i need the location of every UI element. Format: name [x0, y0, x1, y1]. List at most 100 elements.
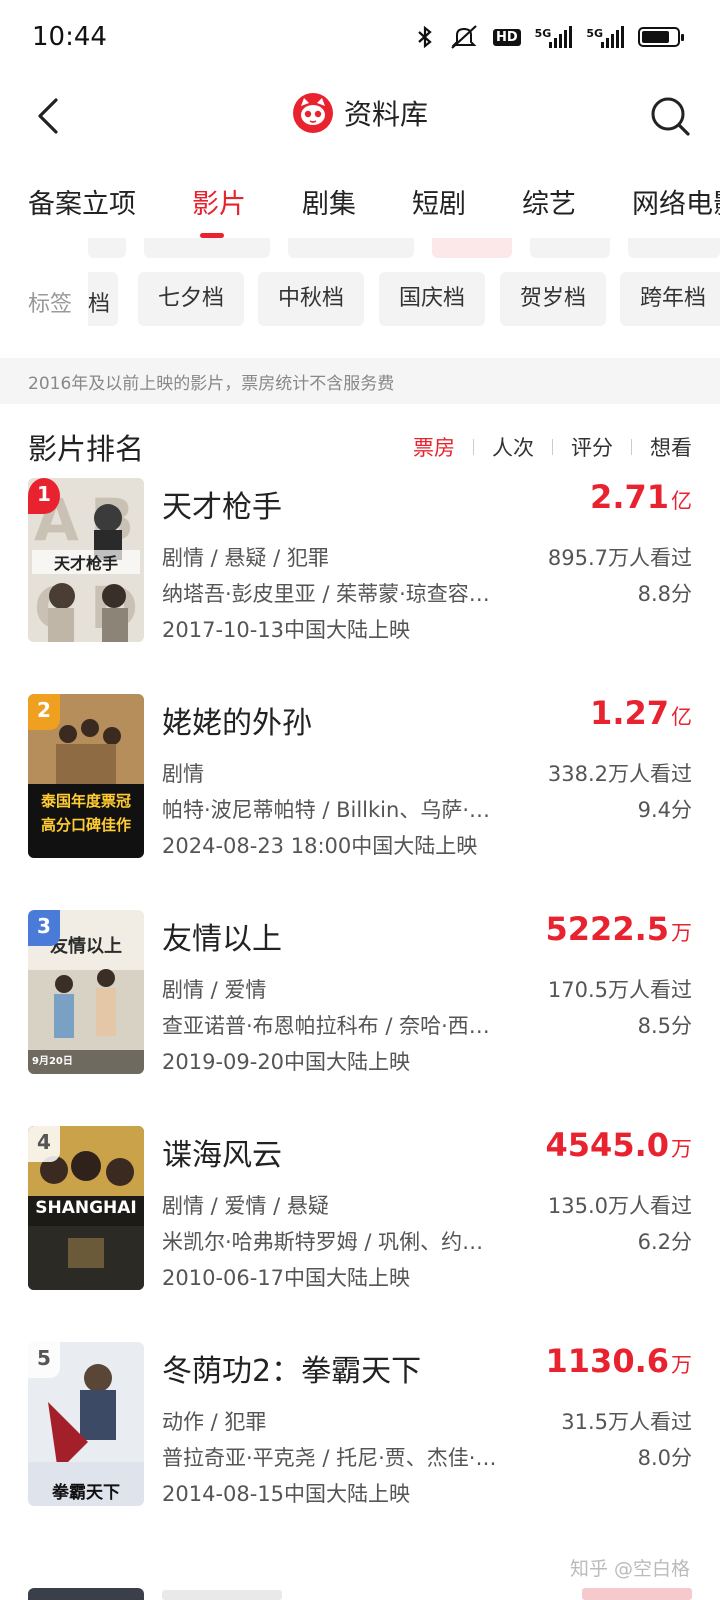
network-type-b: 5G: [586, 27, 603, 40]
nav-bar: 资料库: [0, 80, 720, 152]
poster-date: 9月20日: [32, 1056, 73, 1067]
rank-badge: 1: [28, 478, 60, 514]
search-icon[interactable]: [648, 94, 692, 138]
tag-chip-new-year[interactable]: 贺岁档: [500, 272, 607, 326]
movie-row[interactable]: 友情以上 9月20日 3 友情以上 5222.5万 剧情 / 爱情 170.5万…: [0, 910, 720, 1074]
movie-viewers: 895.7万人看过: [547, 546, 692, 570]
next-row-peek: [0, 1588, 720, 1600]
status-time: 10:44: [32, 22, 107, 52]
poster-title: 拳霸天下: [52, 1483, 120, 1503]
movie-row[interactable]: 拳霸天下 5 冬荫功2：拳霸天下 1130.6万 动作 / 犯罪 31.5万人看…: [0, 1342, 720, 1506]
tab-short-drama[interactable]: 短剧: [384, 172, 466, 238]
rank-badge: 2: [28, 694, 60, 730]
movie-row[interactable]: SHANGHAI 4 谍海风云 4545.0万 剧情 / 爱情 / 悬疑 135…: [0, 1126, 720, 1290]
movie-score: 6.2分: [637, 1230, 692, 1254]
divider: [552, 439, 553, 455]
movie-genre: 动作 / 犯罪: [162, 1410, 267, 1434]
sort-want-to-see[interactable]: 想看: [650, 432, 692, 462]
tab-filing[interactable]: 备案立项: [0, 172, 136, 238]
box-office: 5222.5万: [546, 910, 692, 948]
movie-viewers: 170.5万人看过: [547, 978, 692, 1002]
rank-badge: 5: [28, 1342, 60, 1378]
movie-release: 2014-08-15中国大陆上映: [162, 1482, 411, 1506]
status-icons: HD 5G 5G: [415, 24, 684, 50]
hd-icon: HD: [492, 28, 521, 46]
movie-score: 8.5分: [637, 1014, 692, 1038]
movie-score: 8.8分: [637, 582, 692, 606]
tag-chip-qixi[interactable]: 七夕档: [138, 272, 245, 326]
tab-variety[interactable]: 综艺: [494, 172, 576, 238]
box-office: 1130.6万: [546, 1342, 692, 1380]
tab-films[interactable]: 影片: [164, 172, 246, 238]
box-office-value: 1130.6: [545, 1342, 669, 1380]
movie-poster[interactable]: 拳霸天下 5: [28, 1342, 144, 1506]
box-office-unit: 万: [671, 1353, 692, 1377]
movie-row[interactable]: 泰国年度票冠 高分口碑佳作 2 姥姥的外孙 1.27亿 剧情 338.2万人看过…: [0, 694, 720, 858]
box-office-unit: 万: [671, 921, 692, 945]
tag-filter-row: 标签 档 七夕档 中秋档 国庆档 贺岁档 跨年档: [0, 272, 720, 330]
movie-viewers: 338.2万人看过: [547, 762, 692, 786]
movie-viewers: 135.0万人看过: [547, 1194, 692, 1218]
movie-score: 9.4分: [637, 798, 692, 822]
status-bar: 10:44 HD 5G 5G: [0, 0, 720, 80]
signal-icon: [549, 26, 573, 48]
box-office-value: 5222.5: [545, 910, 669, 948]
category-tabs: 备案立项 影片 剧集 短剧 综艺 网络电影: [0, 172, 720, 238]
movie-poster[interactable]: SHANGHAI 4: [28, 1126, 144, 1290]
box-office: 1.27亿: [590, 694, 692, 732]
tab-web-movie[interactable]: 网络电影: [604, 172, 720, 238]
poster-tagline-b: 高分口碑佳作: [40, 816, 131, 834]
sort-options: 票房 人次 评分 想看: [413, 432, 692, 462]
box-office-value: 4545.0: [545, 1126, 669, 1164]
section-title: 影片排名: [28, 432, 145, 466]
movie-title: 友情以上: [162, 922, 282, 957]
box-office-unit: 万: [671, 1137, 692, 1161]
box-office: 4545.0万: [546, 1126, 692, 1164]
faded-filter-row: [0, 238, 720, 260]
movie-viewers: 31.5万人看过: [561, 1410, 692, 1434]
mute-icon: [451, 25, 477, 49]
nav-title-group: 资料库: [0, 92, 720, 134]
box-office-value: 1.27: [590, 694, 669, 732]
movie-genre: 剧情 / 爱情 / 悬疑: [162, 1194, 329, 1218]
box-office-value: 2.71: [590, 478, 669, 516]
movie-release: 2017-10-13中国大陆上映: [162, 618, 411, 642]
tag-chip-national-day[interactable]: 国庆档: [379, 272, 486, 326]
poster-title: 天才枪手: [32, 550, 140, 574]
tag-chip-partial-label: 档: [88, 292, 111, 317]
movie-poster[interactable]: 友情以上 9月20日 3: [28, 910, 144, 1074]
battery-icon: [638, 27, 684, 47]
maoyan-logo-icon: [292, 93, 333, 133]
tag-chip-year-end[interactable]: 跨年档: [620, 272, 720, 326]
ranking-header: 影片排名 票房 人次 评分 想看: [0, 420, 720, 476]
tag-filter-label: 标签: [28, 292, 73, 317]
movie-cast: 米凯尔·哈弗斯特罗姆 / 巩俐、约…: [162, 1230, 484, 1254]
tag-chip-partial[interactable]: 档: [88, 272, 118, 326]
sort-box-office[interactable]: 票房: [413, 432, 455, 462]
movie-cast: 普拉奇亚·平克尧 / 托尼·贾、杰佳·…: [162, 1446, 497, 1470]
rank-badge: 4: [28, 1126, 60, 1162]
movie-genre: 剧情 / 悬疑 / 犯罪: [162, 546, 329, 570]
sort-rating[interactable]: 评分: [571, 432, 613, 462]
movie-title: 冬荫功2：拳霸天下: [162, 1354, 422, 1389]
tab-series[interactable]: 剧集: [274, 172, 356, 238]
bluetooth-icon: [418, 25, 432, 49]
movie-title: 姥姥的外孙: [162, 706, 312, 741]
network-type-a: 5G: [534, 27, 552, 40]
movie-title: 天才枪手: [162, 490, 282, 525]
movie-row[interactable]: A B C D 天才枪手 1 天才枪手 2.71亿 剧情 / 悬疑 / 犯罪 8…: [0, 478, 720, 642]
movie-release: 2010-06-17中国大陆上映: [162, 1266, 411, 1290]
movie-cast: 帕特·波尼蒂帕特 / Billkin、乌萨·…: [162, 798, 490, 822]
box-office: 2.71亿: [590, 478, 692, 516]
movie-poster[interactable]: A B C D 天才枪手 1: [28, 478, 144, 642]
tag-chip-mid-autumn[interactable]: 中秋档: [258, 272, 365, 326]
movie-genre: 剧情 / 爱情: [162, 978, 267, 1002]
movie-poster[interactable]: 泰国年度票冠 高分口碑佳作 2: [28, 694, 144, 858]
movie-cast: 查亚诺普·布恩帕拉科布 / 奈哈·西…: [162, 1014, 490, 1038]
movie-genre: 剧情: [162, 762, 204, 786]
rank-badge: 3: [28, 910, 60, 946]
poster-tagline-a: 泰国年度票冠: [40, 792, 131, 810]
movie-cast: 纳塔吾·彭皮里亚 / 茱蒂蒙·琼查容…: [162, 582, 490, 606]
movie-release: 2024-08-23 18:00中国大陆上映: [162, 834, 478, 858]
sort-admissions[interactable]: 人次: [492, 432, 534, 462]
